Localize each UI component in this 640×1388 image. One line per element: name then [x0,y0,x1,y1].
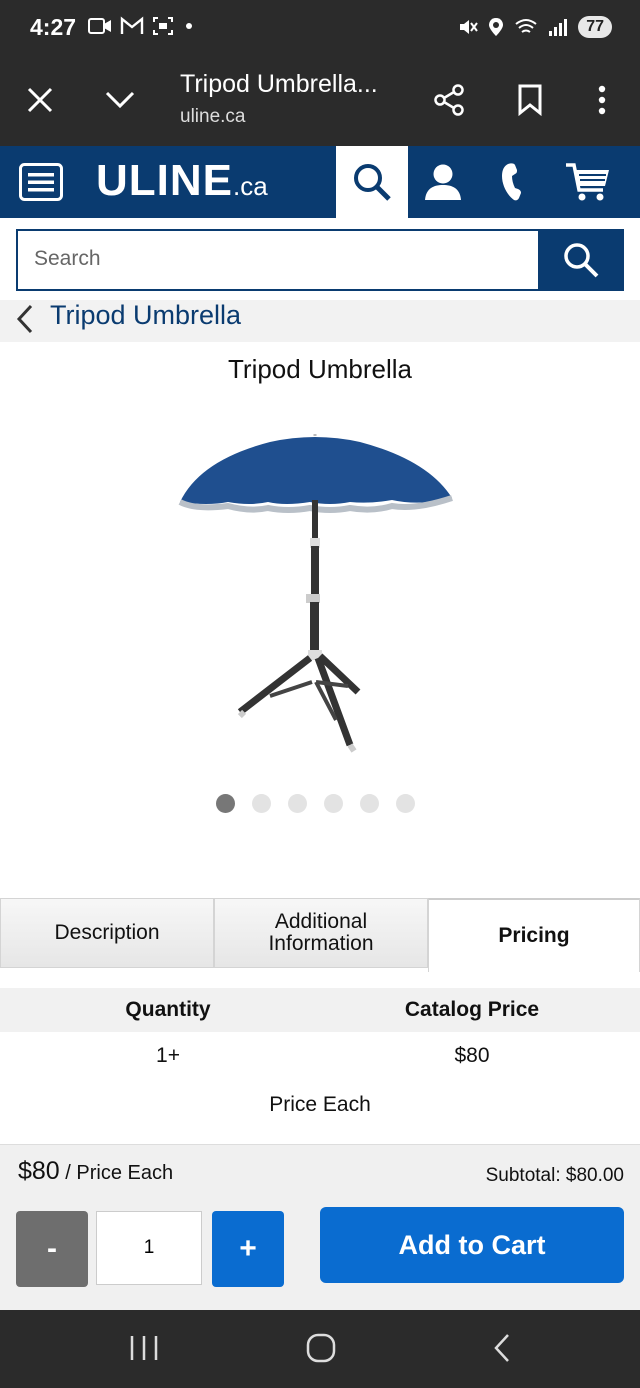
tab-description-label: Description [54,921,160,944]
unit-price-value: $80 [18,1157,60,1185]
signal-icon [549,19,568,36]
unit-price-label: / Price Each [59,1162,174,1184]
tripod-umbrella-image [178,434,453,753]
tab-pricing-label: Pricing [498,924,570,947]
carousel-dot[interactable] [216,794,235,813]
uline-logo[interactable]: ULINE.ca [96,156,268,206]
carousel-dot[interactable] [288,794,307,813]
account-button[interactable] [418,146,468,218]
site-header: ULINE.ca [0,146,640,218]
home-icon[interactable] [304,1330,340,1366]
menu-button[interactable] [16,146,66,218]
product-image[interactable] [160,420,490,760]
shopping-cart-icon [566,163,609,201]
more-options-button[interactable] [580,78,624,122]
search-input[interactable] [18,231,530,287]
unit-price: $80 / Price Each [18,1157,173,1186]
carousel-dot[interactable] [252,794,271,813]
table-row: 1+ $80 [0,1040,640,1070]
battery-level: 77 [578,16,612,38]
browser-toolbar: Tripod Umbrella... uline.ca [0,60,640,146]
mute-icon [460,20,479,34]
price-note: Price Each [269,1093,371,1116]
quantity-input[interactable] [96,1211,202,1285]
search-bar [16,229,624,291]
more-vertical-icon [598,85,606,115]
page-title: Tripod Umbrella... [180,70,378,98]
share-icon [434,84,464,116]
tab-pricing[interactable]: Pricing [428,898,640,972]
bookmark-button[interactable] [508,78,552,122]
cart-button[interactable] [562,146,614,218]
user-icon [425,164,461,200]
quantity-cell: 1+ [156,1044,180,1067]
price-cell: $80 [454,1044,490,1067]
bookmark-icon [518,84,542,116]
tab-additional-label-line1: Additional [274,910,368,933]
phone-button[interactable] [490,146,540,218]
hamburger-menu-icon [19,163,63,201]
header-search-button[interactable] [336,146,408,218]
tab-description[interactable]: Description [0,898,214,968]
product-tabs: Description Additional Information Prici… [0,898,640,972]
increase-quantity-button[interactable]: + [212,1211,284,1287]
carousel-dot[interactable] [396,794,415,813]
carousel-dot[interactable] [360,794,379,813]
page-url: uline.ca [180,106,246,127]
tab-additional-information[interactable]: Additional Information [214,898,428,968]
minimize-button[interactable] [98,78,142,122]
search-submit-button[interactable] [538,229,624,291]
status-bar: 4:27 77 [0,0,640,60]
system-navigation-bar [0,1310,640,1388]
search-icon [354,164,391,201]
subtotal: Subtotal: $80.00 [485,1165,624,1186]
search-icon [564,243,599,278]
phone-icon [502,163,521,201]
close-icon [27,87,53,113]
carousel-dot[interactable] [324,794,343,813]
breadcrumb[interactable]: Tripod Umbrella [0,300,640,342]
quantity-header: Quantity [125,998,211,1021]
decrease-quantity-button[interactable]: - [16,1211,88,1287]
pricing-table-header: Quantity Catalog Price [0,988,640,1032]
add-to-cart-bar: $80 / Price Each Subtotal: $80.00 - + Ad… [0,1144,640,1311]
location-icon [489,18,504,36]
recent-apps-icon[interactable] [128,1330,160,1366]
image-carousel-dots [216,794,415,813]
close-tab-button[interactable] [18,78,62,122]
notification-dot-icon [186,23,192,29]
wifi-icon [515,19,537,33]
screenshot-icon [153,17,173,35]
chevron-left-icon [16,304,33,334]
breadcrumb-label: Tripod Umbrella [50,300,242,330]
status-time: 4:27 [30,14,77,40]
catalog-price-header: Catalog Price [404,998,540,1021]
add-to-cart-button[interactable]: Add to Cart [320,1207,624,1283]
chevron-down-icon [105,91,135,109]
tab-additional-label-line2: Information [268,932,374,955]
product-title: Tripod Umbrella [228,354,412,384]
share-button[interactable] [427,78,471,122]
back-icon[interactable] [488,1330,518,1366]
gmail-icon [120,16,144,34]
logo-suffix: .ca [233,171,268,201]
video-call-icon [88,18,111,34]
logo-text: ULINE [96,156,233,205]
